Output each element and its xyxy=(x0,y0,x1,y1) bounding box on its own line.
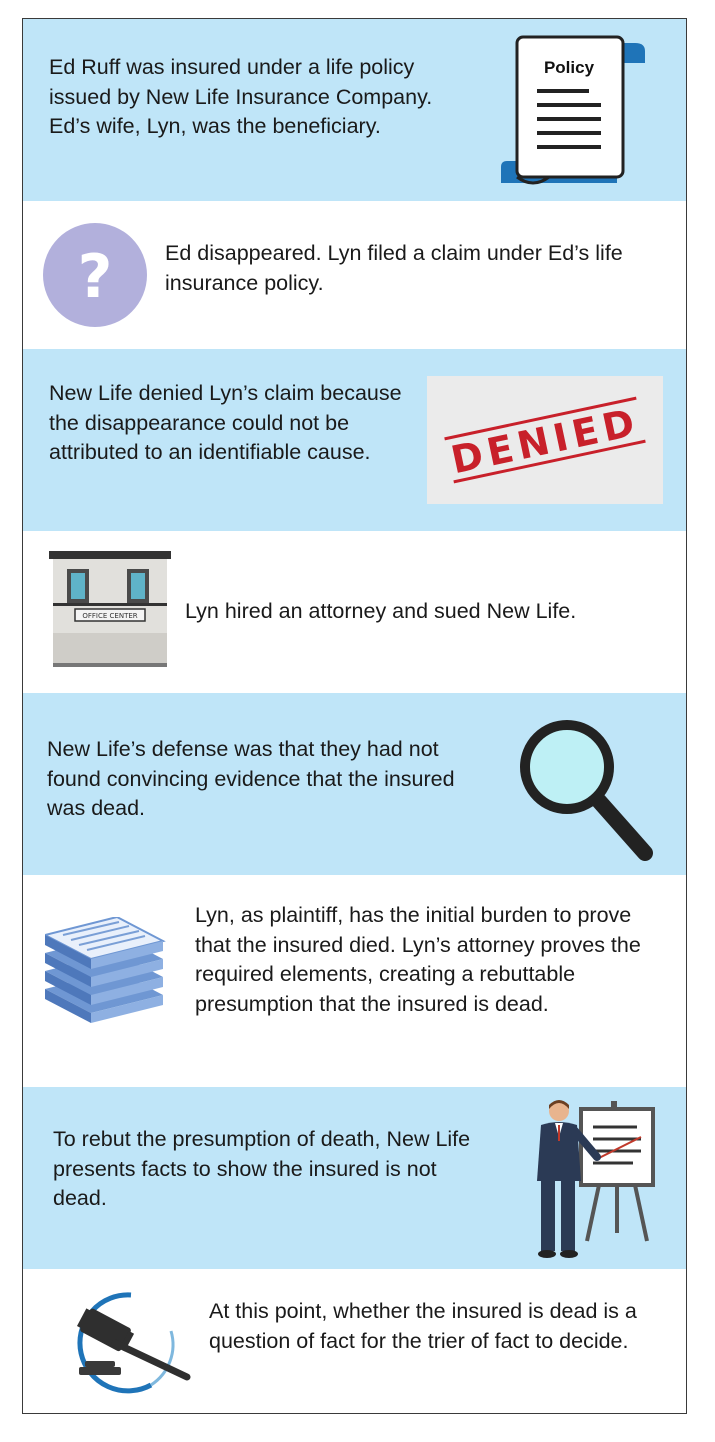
step-1-text: Ed Ruff was insured under a life policy … xyxy=(49,55,433,138)
step-7-panel: To rebut the presumption of death, New L… xyxy=(23,1087,686,1269)
step-6-panel: Lyn, as plaintiff, has the initial burde… xyxy=(23,875,686,1087)
policy-label: Policy xyxy=(544,58,595,77)
denied-stamp-icon: DENIED xyxy=(427,376,663,504)
policy-scroll-icon: Policy xyxy=(501,35,645,185)
step-8-text: At this point, whether the insured is de… xyxy=(209,1299,637,1353)
office-building-icon: OFFICE CENTER xyxy=(49,551,171,667)
step-2-text: Ed disappeared. Lyn filed a claim under … xyxy=(165,241,623,295)
document-stack-icon xyxy=(45,917,166,1023)
step-6-text: Lyn, as plaintiff, has the initial burde… xyxy=(195,903,641,1016)
step-8-panel: At this point, whether the insured is de… xyxy=(23,1269,686,1413)
step-7-text: To rebut the presumption of death, New L… xyxy=(53,1127,471,1210)
svg-text:?: ? xyxy=(78,242,113,312)
step-5-panel: New Life’s defense was that they had not… xyxy=(23,693,686,875)
magnifying-glass-icon xyxy=(520,720,653,861)
infographic-frame: Ed Ruff was insured under a life policy … xyxy=(22,18,687,1414)
step-3-panel: New Life denied Lyn’s claim because the … xyxy=(23,349,686,531)
gavel-icon xyxy=(76,1292,191,1394)
step-5-text: New Life’s defense was that they had not… xyxy=(47,737,455,820)
step-4-panel: OFFICE CENTER Lyn hired an attorney and … xyxy=(23,531,686,693)
question-mark-icon: ? xyxy=(43,223,147,327)
step-4-text: Lyn hired an attorney and sued New Life. xyxy=(185,599,577,623)
step-2-panel: ? Ed disappeared. Lyn filed a claim unde… xyxy=(23,201,686,349)
presenter-icon xyxy=(537,1100,655,1258)
step-3-text: New Life denied Lyn’s claim because the … xyxy=(49,381,402,464)
office-sign-label: OFFICE CENTER xyxy=(82,612,137,620)
step-1-panel: Ed Ruff was insured under a life policy … xyxy=(23,19,686,201)
